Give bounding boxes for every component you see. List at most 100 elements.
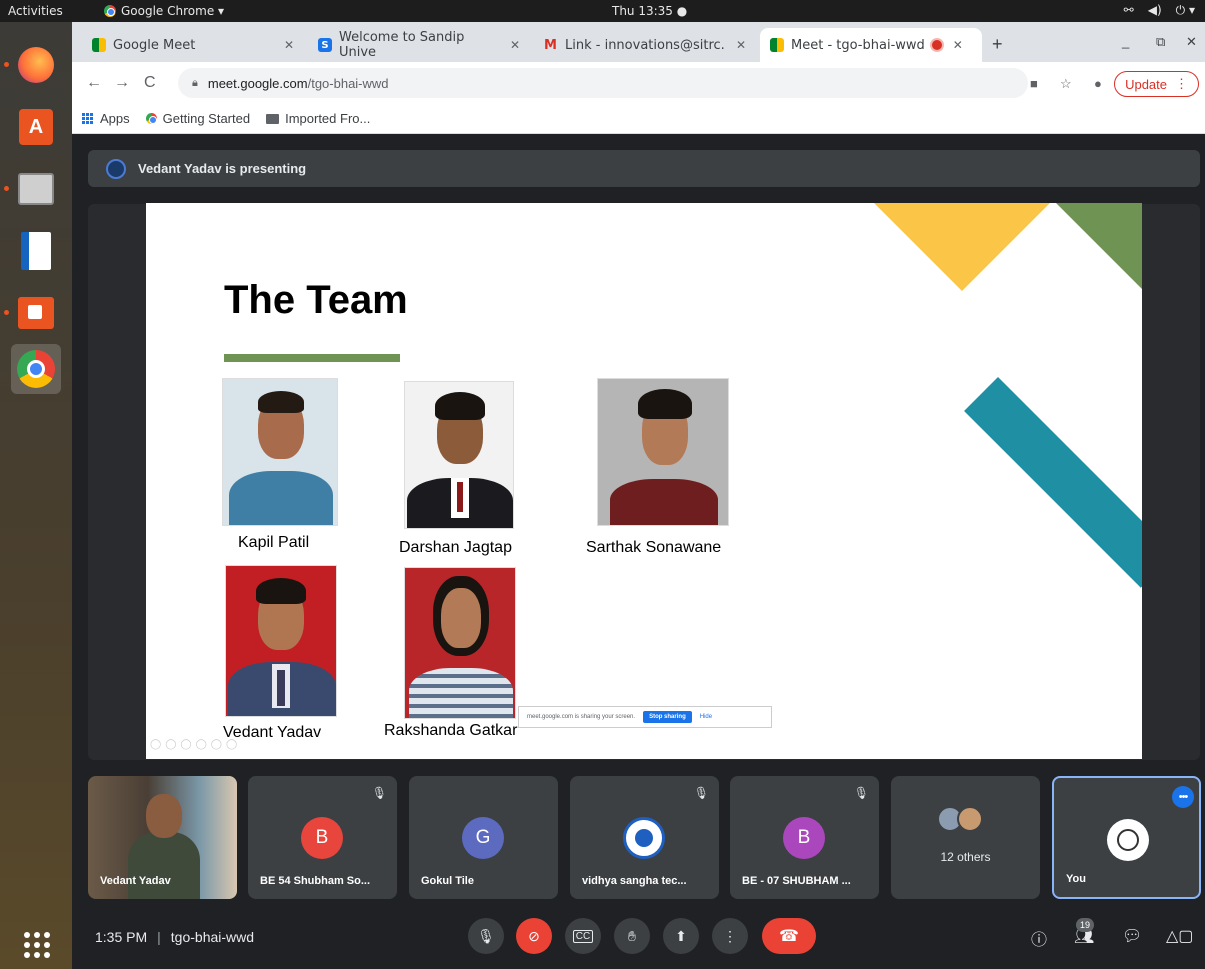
tab-meet-active[interactable]: Meet - tgo-bhai-wwd ✕ — [760, 28, 982, 62]
kebab-menu-icon: ⋮ — [723, 927, 737, 944]
close-window-icon[interactable]: ✕ — [1186, 34, 1197, 50]
participant-name: BE - 07 SHUBHAM ... — [742, 875, 851, 887]
dock-writer[interactable] — [11, 226, 61, 276]
tab-sandip[interactable]: S Welcome to Sandip Unive ✕ — [308, 28, 530, 62]
firefox-icon — [18, 47, 54, 83]
participant-tile[interactable]: 🎙︎ vidhya sangha tec... — [570, 776, 719, 899]
participant-name: BE 54 Shubham So... — [260, 875, 371, 887]
meet-favicon-icon — [92, 38, 106, 52]
bookmark-label: Apps — [100, 111, 130, 126]
address-bar[interactable]: 🔒︎ meet.google.com/tgo-bhai-wwd — [178, 68, 1028, 98]
update-button[interactable]: Update ⋮ — [1114, 71, 1199, 97]
member-name: Darshan Jagtap — [399, 539, 512, 556]
minimize-icon[interactable]: _ — [1122, 34, 1129, 49]
dock-firefox[interactable] — [4, 40, 61, 90]
tab-google-meet[interactable]: Google Meet ✕ — [82, 28, 304, 62]
member-photo-rakshanda — [404, 567, 516, 719]
chrome-icon — [17, 350, 55, 388]
slide-controls[interactable]: ◯◯◯◯◯◯ — [150, 739, 241, 750]
present-button[interactable]: ⬆ — [663, 918, 699, 954]
dock-files[interactable] — [4, 164, 61, 214]
more-options-button[interactable]: ⋮ — [712, 918, 748, 954]
leave-call-button[interactable]: ☎︎ — [762, 918, 816, 954]
member-photo-vedant — [225, 565, 337, 717]
chrome-icon — [104, 5, 116, 17]
volume-icon: ◀) — [1147, 3, 1162, 17]
app-menu-label: Google Chrome ▾ — [121, 4, 225, 18]
running-indicator — [4, 186, 9, 191]
divider: | — [157, 929, 161, 945]
activities-icon[interactable]: △▢ — [1166, 926, 1193, 946]
restore-icon[interactable]: ⧉ — [1156, 34, 1165, 50]
bookmark-getting-started[interactable]: Getting Started — [145, 111, 251, 126]
bookmark-label: Imported Fro... — [285, 111, 371, 126]
bookmark-star-icon[interactable]: ☆ — [1060, 76, 1072, 92]
slide-decoration-teal — [964, 377, 1142, 588]
slide-title: The Team — [224, 278, 408, 322]
reload-icon[interactable]: C — [144, 74, 156, 92]
update-label: Update — [1125, 76, 1167, 92]
tab-bar: Google Meet ✕ S Welcome to Sandip Unive … — [72, 22, 1205, 62]
hide-notice-button[interactable]: Hide — [700, 714, 712, 720]
dock-software[interactable]: A — [11, 102, 61, 152]
tab-gmail-link[interactable]: M Link - innovations@sitrc. ✕ — [534, 28, 756, 62]
close-tab-icon[interactable]: ✕ — [736, 38, 746, 52]
tab-label: Link - innovations@sitrc. — [565, 37, 725, 53]
people-button[interactable]: 19 👥︎ — [1074, 918, 1094, 946]
system-tray[interactable]: ⚯ ◀) ⏻ ▾ — [1124, 3, 1195, 18]
dock-chrome[interactable] — [11, 344, 61, 394]
bookmark-apps[interactable]: Apps — [82, 111, 130, 126]
slide-decoration-yellow — [874, 203, 1050, 291]
system-clock[interactable]: Thu 13:35 ● — [612, 4, 687, 18]
profile-icon[interactable]: ● — [1094, 76, 1102, 91]
meeting-details-icon[interactable]: ⓘ — [1031, 926, 1047, 950]
hand-icon: ✋︎ — [628, 927, 636, 944]
participant-tile-others[interactable]: 12 others — [891, 776, 1040, 899]
activities-button[interactable]: Activities — [8, 4, 63, 18]
captions-button[interactable]: CC — [565, 918, 601, 954]
participant-name: vidhya sangha tec... — [582, 875, 687, 887]
close-tab-icon[interactable]: ✕ — [510, 38, 520, 52]
app-menu[interactable]: Google Chrome ▾ — [104, 4, 224, 18]
sandip-favicon-icon: S — [318, 38, 332, 52]
kebab-menu-icon: ⋮ — [1175, 76, 1188, 91]
software-store-icon: A — [19, 109, 53, 145]
dock-image-viewer[interactable] — [4, 288, 61, 338]
participant-tile[interactable]: 🎙︎ B BE - 07 SHUBHAM ... — [730, 776, 879, 899]
member-name: Kapil Patil — [238, 534, 310, 551]
share-notice-text: meet.google.com is sharing your screen. — [527, 714, 636, 720]
raise-hand-button[interactable]: ✋︎ — [614, 918, 650, 954]
others-count: 12 others — [940, 850, 991, 864]
camera-in-use-icon[interactable]: ■ — [1030, 76, 1038, 91]
participant-avatar: B — [301, 817, 343, 859]
files-icon — [18, 173, 54, 205]
presentation-slide: The Team Kapil Patil Darshan Jagtap Sart… — [146, 203, 1142, 759]
camera-toggle-button[interactable]: ⊘ — [516, 918, 552, 954]
participant-avatar: G — [462, 817, 504, 859]
mic-off-icon: 🎙︎ — [693, 786, 709, 800]
forward-icon[interactable]: → — [114, 74, 130, 92]
meet-page: Vedant Yadav is presenting The Team Kapi… — [72, 134, 1205, 969]
url-text: meet.google.com/tgo-bhai-wwd — [208, 76, 389, 91]
stop-sharing-button[interactable]: Stop sharing — [643, 711, 692, 723]
new-tab-icon[interactable]: + — [992, 34, 1003, 55]
bookmark-imported[interactable]: Imported Fro... — [266, 111, 370, 126]
close-tab-icon[interactable]: ✕ — [953, 38, 963, 52]
participant-tile[interactable]: G Gokul Tile — [409, 776, 558, 899]
back-icon[interactable]: ← — [86, 74, 102, 92]
bookmark-label: Getting Started — [162, 111, 251, 126]
close-tab-icon[interactable]: ✕ — [284, 38, 294, 52]
participant-tile[interactable]: 🎙︎ B BE 54 Shubham So... — [248, 776, 397, 899]
avatar — [957, 806, 983, 832]
show-applications-icon[interactable] — [24, 932, 50, 958]
participant-tile-self[interactable]: ••• You — [1052, 776, 1201, 899]
tab-label: Welcome to Sandip Unive — [339, 30, 465, 60]
participant-video — [128, 832, 200, 899]
more-options-icon[interactable]: ••• — [1172, 786, 1194, 808]
microphone-button[interactable]: 🎙︎ — [468, 918, 504, 954]
chat-icon[interactable]: 💬︎ — [1122, 926, 1142, 946]
participant-video-head — [146, 794, 182, 838]
mic-off-icon: 🎙︎ — [371, 786, 387, 800]
writer-icon — [21, 232, 51, 270]
participant-tile-vedant[interactable]: Vedant Yadav — [88, 776, 237, 899]
